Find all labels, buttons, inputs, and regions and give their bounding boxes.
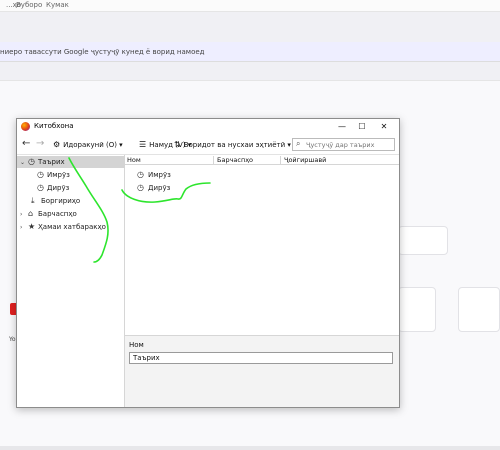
tree-item-history[interactable]: ⌄ ◷ Таърих (17, 156, 125, 168)
library-titlebar: Китобхона — ☐ ✕ (17, 119, 399, 135)
column-headers: Ном Барчаспҳо Ҷойгиршавӣ (125, 155, 399, 165)
star-icon: ★ (28, 222, 36, 231)
list-item[interactable]: ◷ Дирӯз (137, 182, 170, 194)
list-item-label: Дирӯз (148, 184, 171, 192)
tag-icon: ⌂ (28, 209, 34, 218)
menu-item[interactable]: Кумак (46, 1, 69, 9)
clock-icon: ◷ (137, 170, 144, 179)
column-header-location[interactable]: Ҷойгиршавӣ (284, 156, 326, 164)
gear-icon: ⚙ (53, 140, 61, 149)
clock-icon: ◷ (137, 183, 144, 192)
library-title: Китобхона (34, 122, 74, 130)
details-pane: Ном (125, 335, 399, 407)
chevron-down-icon[interactable]: ⌄ (20, 157, 28, 169)
address-bar[interactable]: ниеро тавассути Google ҷустуҷӯ кунед ё в… (0, 42, 500, 62)
address-bar-placeholder: ниеро тавассути Google ҷустуҷӯ кунед ё в… (0, 48, 205, 56)
search-icon: ⌕ (296, 139, 301, 148)
clock-icon: ◷ (37, 183, 44, 192)
tree-item-downloads[interactable]: ⤓ Боргириҳо (31, 195, 80, 207)
name-field[interactable] (129, 352, 393, 364)
organize-button[interactable]: ⚙ Идоракунӣ (О) ▾ (53, 139, 123, 151)
tree-label: Дирӯз (47, 184, 70, 192)
list-item-label: Имрӯз (148, 171, 171, 179)
top-site-tile[interactable] (458, 287, 500, 332)
history-list: Ном Барчаспҳо Ҷойгиршавӣ ◷ Имрӯз ◷ Дирӯз (125, 155, 399, 335)
browser-menubar: ...ҳо Вуборо Кумак (0, 0, 500, 12)
tree-item-yesterday[interactable]: ◷ Дирӯз (37, 182, 69, 194)
sort-icon: ⇅ (174, 140, 181, 149)
clock-icon: ◷ (28, 157, 35, 166)
organize-label: Идоракунӣ (О) ▾ (63, 141, 123, 149)
tree-item-all-bookmarks[interactable]: › ★ Ҳамаи хатбаракҳо (20, 221, 106, 233)
search-tile[interactable] (398, 226, 448, 255)
top-site-tile[interactable] (398, 287, 436, 332)
top-site-label: Yo (9, 336, 16, 343)
back-button[interactable]: ← (22, 138, 30, 150)
column-header-name[interactable]: Ном (127, 156, 141, 164)
forward-button[interactable]: → (36, 138, 44, 150)
clock-icon: ◷ (37, 170, 44, 179)
import-backup-button[interactable]: ⇅ Воридот ва нусхаи эҳтиётӣ ▾ (174, 139, 291, 151)
library-window: Китобхона — ☐ ✕ ← → ⚙ Идоракунӣ (О) ▾ ☰ На… (16, 118, 400, 408)
tree-label: Боргириҳо (41, 197, 81, 205)
history-search-input[interactable] (306, 140, 392, 150)
column-separator[interactable] (280, 156, 281, 164)
chevron-right-icon[interactable]: › (20, 222, 28, 234)
browser-tab-strip (0, 12, 500, 40)
tree-label: Ҳамаи хатбаракҳо (38, 223, 106, 231)
close-button[interactable]: ✕ (377, 121, 391, 133)
history-search[interactable]: ⌕ (292, 138, 395, 151)
browser-bottom-edge (0, 446, 500, 450)
library-sidebar-tree: ⌄ ◷ Таърих ◷ Имрӯз ◷ Дирӯз ⤓ Боргириҳо › ⌂ Барч… (17, 155, 125, 407)
download-icon: ⤓ (31, 196, 35, 205)
view-icon: ☰ (139, 140, 147, 149)
chevron-right-icon[interactable]: › (20, 209, 28, 221)
tree-item-tags[interactable]: › ⌂ Барчаспҳо (20, 208, 77, 220)
firefox-icon (21, 122, 30, 131)
name-label: Ном (129, 341, 144, 349)
tree-item-today[interactable]: ◷ Имрӯз (37, 169, 70, 181)
column-separator[interactable] (213, 156, 214, 164)
maximize-button[interactable]: ☐ (355, 121, 369, 133)
tree-label: Барчаспҳо (38, 210, 77, 218)
list-item[interactable]: ◷ Имрӯз (137, 169, 171, 181)
library-toolbar: ← → ⚙ Идоракунӣ (О) ▾ ☰ Намуд (V) ▾ ⇅ Ворид… (17, 135, 399, 155)
import-backup-label: Воридот ва нусхаи эҳтиётӣ ▾ (183, 141, 291, 149)
tree-label: Имрӯз (47, 171, 70, 179)
column-header-tags[interactable]: Барчаспҳо (217, 156, 253, 164)
tree-label: Таърих (38, 158, 65, 166)
minimize-button[interactable]: — (335, 121, 349, 133)
menu-item[interactable]: Вуборо (16, 1, 42, 9)
